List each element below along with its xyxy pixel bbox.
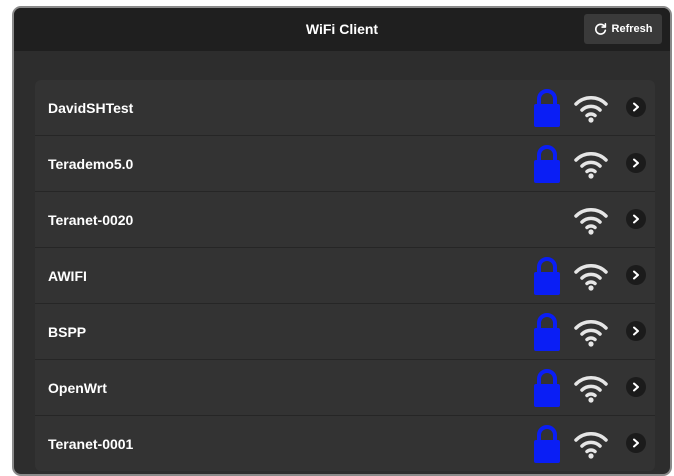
network-ssid: OpenWrt <box>48 379 107 396</box>
wifi-signal-icon <box>574 264 608 291</box>
wifi-signal-icon <box>574 376 608 403</box>
refresh-icon <box>594 22 606 35</box>
wifi-signal-icon <box>574 152 608 179</box>
network-row[interactable]: AWIFI <box>35 248 655 304</box>
network-ssid: DavidSHTest <box>48 99 134 116</box>
lock-icon <box>534 369 560 407</box>
wifi-signal-icon <box>574 208 608 235</box>
wifi-signal-icon <box>574 432 608 459</box>
lock-icon <box>534 145 560 183</box>
network-ssid: BSPP <box>48 323 87 340</box>
refresh-label: Refresh <box>611 23 653 35</box>
network-ssid: Teranet-0020 <box>48 211 134 228</box>
refresh-button[interactable]: Refresh <box>584 14 662 44</box>
lock-icon <box>534 257 560 295</box>
network-row[interactable]: Teranet-0020 <box>35 192 655 248</box>
chevron-right-icon[interactable] <box>626 265 646 285</box>
wifi-signal-icon <box>574 320 608 347</box>
lock-icon <box>534 425 560 463</box>
lock-icon <box>534 89 560 127</box>
chevron-right-icon[interactable] <box>626 321 646 341</box>
network-row[interactable]: BSPP <box>35 304 655 360</box>
network-ssid: Teranet-0001 <box>48 435 134 452</box>
network-list: DavidSHTest Terademo5.0 Teranet-0020 AWIFI B… <box>35 80 655 471</box>
page-title: WiFi Client <box>305 21 379 37</box>
chevron-right-icon[interactable] <box>626 97 646 117</box>
lock-icon <box>534 313 560 351</box>
app-window: WiFi Client Refresh DavidSHTest Terademo5… <box>12 6 672 476</box>
wifi-signal-icon <box>574 96 608 123</box>
chevron-right-icon[interactable] <box>626 153 646 173</box>
network-row[interactable]: DavidSHTest <box>35 80 655 136</box>
network-row[interactable]: Terademo5.0 <box>35 136 655 192</box>
chevron-right-icon[interactable] <box>626 377 646 397</box>
chevron-right-icon[interactable] <box>626 209 646 229</box>
title-bar: WiFi Client Refresh <box>14 8 670 51</box>
network-ssid: AWIFI <box>48 267 87 284</box>
network-ssid: Terademo5.0 <box>48 155 134 172</box>
network-row[interactable]: OpenWrt <box>35 360 655 416</box>
chevron-right-icon[interactable] <box>626 433 646 453</box>
